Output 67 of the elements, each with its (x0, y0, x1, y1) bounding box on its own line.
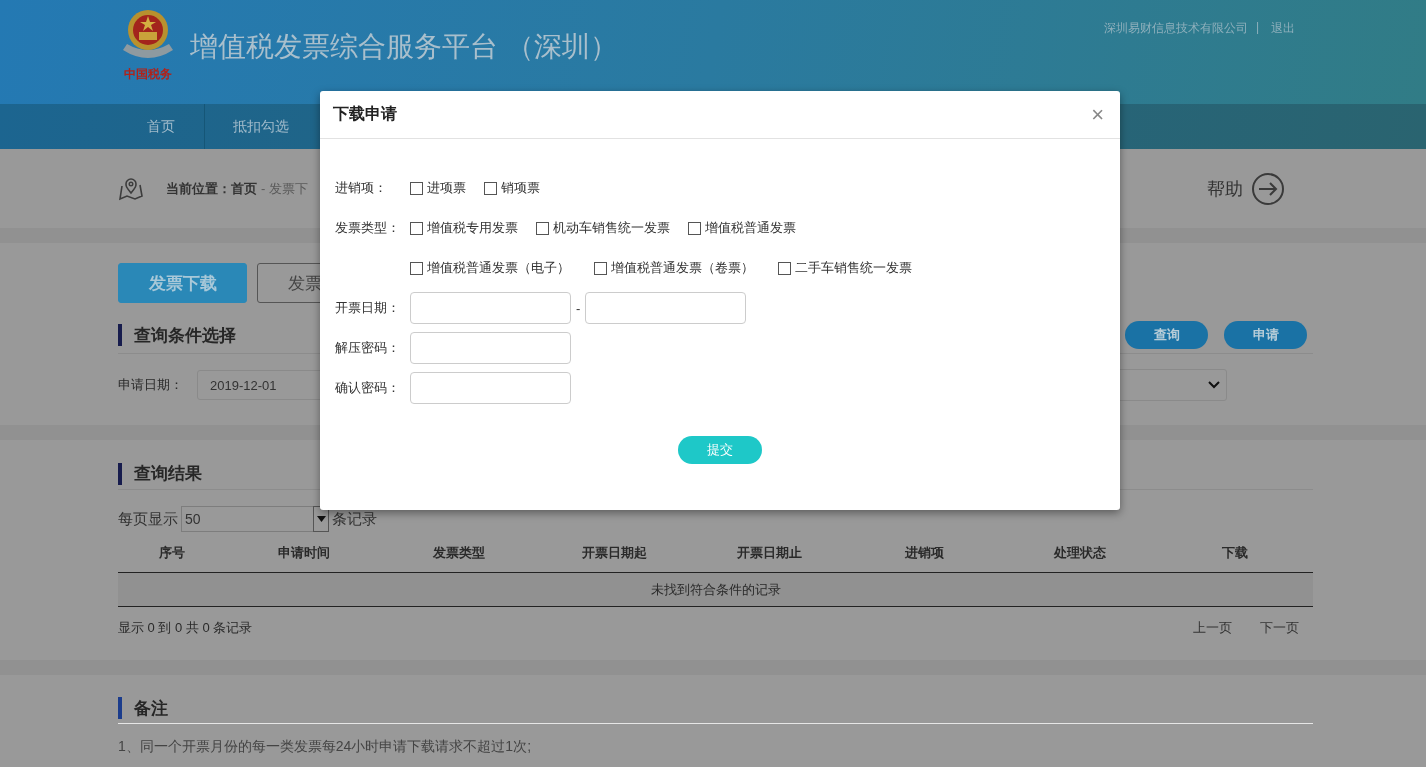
column-header: 开票日期起 (581, 544, 649, 562)
checkbox[interactable] (688, 221, 701, 235)
section-title: 查询条件选择 (134, 324, 236, 347)
page-size-suffix: 条记录 (332, 509, 377, 529)
action-button[interactable]: 查询 (1125, 321, 1208, 349)
map-pin-icon (118, 176, 144, 201)
action-button[interactable]: 申请 (1224, 321, 1307, 349)
field-label: 申请日期： (118, 376, 183, 394)
section-marker (118, 324, 122, 346)
page-size-label: 每页显示 (118, 509, 178, 529)
breadcrumb-link[interactable]: 首页 (231, 179, 257, 198)
column-header: 序号 (158, 544, 187, 562)
date-separator: - (576, 300, 581, 316)
checkbox[interactable] (594, 261, 607, 275)
section-marker (118, 697, 122, 719)
end-date-field[interactable] (585, 292, 747, 324)
close-button[interactable]: × (1087, 101, 1108, 128)
submit-button[interactable]: 提交 (678, 436, 762, 464)
chevron-down-icon (1208, 381, 1220, 389)
column-header: 下载 (1221, 544, 1250, 562)
column-header: 处理状态 (1053, 544, 1108, 562)
checkbox-label: 增值税普通发票（卷票） (611, 259, 754, 277)
checkbox-label: 增值税专用发票 (427, 219, 518, 237)
column-header: 发票类型 (432, 544, 487, 562)
checkbox[interactable] (410, 221, 423, 235)
company-name: 深圳易财信息技术有限公司 (1103, 20, 1248, 37)
section-title: 备注 (134, 697, 168, 720)
breadcrumb-label: 当前位置： (166, 179, 231, 198)
record-summary: 显示 0 到 0 共 0 条记录 (118, 619, 253, 637)
checkbox-label: 机动车销售统一发票 (553, 219, 670, 237)
note-text: 1、同一个开票月份的每一类发票每24小时申请下载请求不超过1次; (118, 738, 533, 756)
confirm-password-field[interactable] (410, 372, 571, 404)
checkbox-label: 销项票 (501, 179, 540, 197)
breadcrumb-link[interactable]: 发票下 (269, 179, 309, 198)
checkbox-label: 二手车销售统一发票 (795, 259, 912, 277)
password-field[interactable] (410, 332, 571, 364)
nav-item[interactable]: 抵扣勾选 (205, 104, 317, 149)
column-header: 申请时间 (277, 544, 332, 562)
checkbox-label: 增值税普通发票 (705, 219, 796, 237)
checkbox[interactable] (484, 181, 497, 195)
field-label: 解压密码： (335, 339, 401, 357)
breadcrumb-separator: - (261, 181, 266, 196)
help-link[interactable]: 帮助 (1207, 176, 1243, 201)
separator: | (1255, 20, 1259, 36)
dialog-title: 下载申请 (333, 104, 397, 124)
page-size-select[interactable]: 50 (181, 506, 329, 532)
checkbox-label: 进项票 (427, 179, 466, 197)
field-label: 发票类型： (335, 219, 401, 237)
section-title: 查询结果 (134, 463, 202, 485)
tab[interactable]: 发票下载 (118, 263, 247, 303)
logo-caption: 中国税务 (124, 66, 172, 83)
site-title: 增值税发票综合服务平台 （深圳） (190, 30, 618, 64)
column-header: 开票日期止 (736, 544, 804, 562)
checkbox[interactable] (410, 261, 423, 275)
chevron-down-icon (316, 516, 326, 522)
field-label: 进销项： (335, 179, 388, 197)
column-header: 进销项 (904, 544, 946, 562)
logout-link[interactable]: 退出 (1271, 20, 1295, 37)
checkbox-label: 增值税普通发票（电子） (427, 259, 570, 277)
empty-message: 未找到符合条件的记录 (650, 580, 781, 599)
field-label: 开票日期： (335, 299, 401, 317)
start-date-field[interactable] (410, 292, 571, 324)
section-marker (118, 462, 122, 485)
checkbox[interactable] (778, 261, 791, 275)
checkbox[interactable] (536, 221, 549, 235)
arrow-right-icon (1251, 171, 1285, 206)
checkbox[interactable] (410, 181, 423, 195)
